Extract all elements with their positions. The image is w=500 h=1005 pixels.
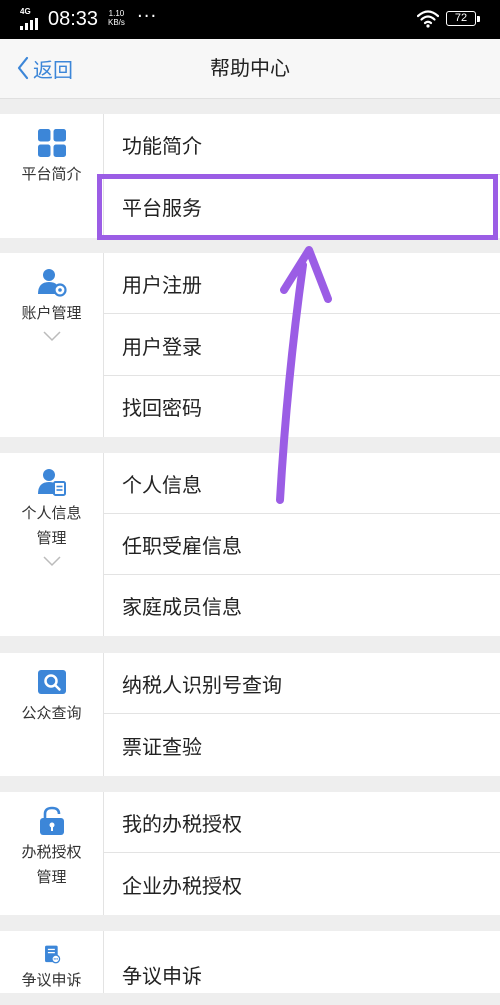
more-notifications-icon: ··· <box>137 6 158 27</box>
category-label-line: 管理 <box>36 529 67 547</box>
list-item[interactable]: 平台服务 <box>104 176 500 237</box>
user-settings-icon <box>37 269 67 297</box>
list-item[interactable]: 功能简介 <box>104 114 500 175</box>
section-tax-authorization-management: 办税授权 管理 我的办税授权 企业办税授权 <box>0 792 500 915</box>
category-dispute-appeal[interactable]: 争议申诉 <box>0 931 104 993</box>
list-item[interactable]: 企业办税授权 <box>104 854 500 915</box>
category-label: 争议申诉 <box>21 971 82 989</box>
document-icon <box>44 945 60 964</box>
category-platform-intro[interactable]: 平台简介 <box>0 114 104 238</box>
list-item[interactable]: 任职受雇信息 <box>104 514 500 575</box>
category-label: 办税授权 管理 <box>21 840 81 890</box>
list-item[interactable]: 争议申诉 <box>104 944 500 1005</box>
list-item[interactable]: 票证查验 <box>104 715 500 776</box>
category-label-line: 个人信息 <box>21 504 82 522</box>
wifi-icon <box>417 10 439 28</box>
list-item[interactable]: 用户注册 <box>104 253 500 314</box>
battery-indicator: 72 <box>446 11 480 26</box>
category-label-line: 管理 <box>36 868 67 886</box>
chevron-down-icon <box>42 556 61 567</box>
list-item[interactable]: 用户登录 <box>104 315 500 376</box>
speed-unit: KB/s <box>108 18 125 27</box>
network-type: 4G <box>20 7 31 16</box>
speed-value: 1.10 <box>108 9 125 18</box>
list-item[interactable]: 个人信息 <box>104 453 500 514</box>
section-public-query: 公众查询 纳税人识别号查询 票证查验 <box>0 653 500 776</box>
category-label: 公众查询 <box>21 704 82 722</box>
category-personal-info-management[interactable]: 个人信息 管理 <box>0 453 104 636</box>
list-item[interactable]: 家庭成员信息 <box>104 575 500 636</box>
search-icon <box>37 670 66 694</box>
category-tax-authorization-management[interactable]: 办税授权 管理 <box>0 792 104 915</box>
user-card-icon <box>37 469 66 496</box>
category-label: 账户管理 <box>21 304 82 322</box>
list-item[interactable]: 纳税人识别号查询 <box>104 653 500 714</box>
network-speed: 1.10 KB/s <box>108 9 125 27</box>
signal-icon <box>20 18 38 30</box>
category-label-line: 办税授权 <box>21 843 82 861</box>
category-label: 平台简介 <box>21 165 82 183</box>
chevron-down-icon <box>42 331 61 342</box>
lock-icon <box>39 806 64 835</box>
section-dispute-appeal: 争议申诉 争议申诉 <box>0 931 500 993</box>
category-public-query[interactable]: 公众查询 <box>0 653 104 776</box>
grid-icon <box>37 129 66 157</box>
page-title: 帮助中心 <box>210 56 290 80</box>
section-account-management: 账户管理 用户注册 用户登录 找回密码 <box>0 253 500 437</box>
status-time: 08:33 <box>48 8 99 30</box>
section-platform-intro: 平台简介 功能简介 平台服务 <box>0 114 500 238</box>
category-label: 个人信息 管理 <box>21 501 81 551</box>
signal-indicator: 4G <box>20 7 42 31</box>
status-bar: 4G 08:33 1.10 KB/s ··· 72 <box>0 0 500 39</box>
section-personal-info-management: 个人信息 管理 个人信息 任职受雇信息 家庭成员信息 <box>0 453 500 636</box>
list-item[interactable]: 找回密码 <box>104 376 500 437</box>
category-account-management[interactable]: 账户管理 <box>0 253 104 437</box>
list-item[interactable]: 我的办税授权 <box>104 792 500 853</box>
nav-bar: 返回 帮助中心 <box>0 39 500 99</box>
